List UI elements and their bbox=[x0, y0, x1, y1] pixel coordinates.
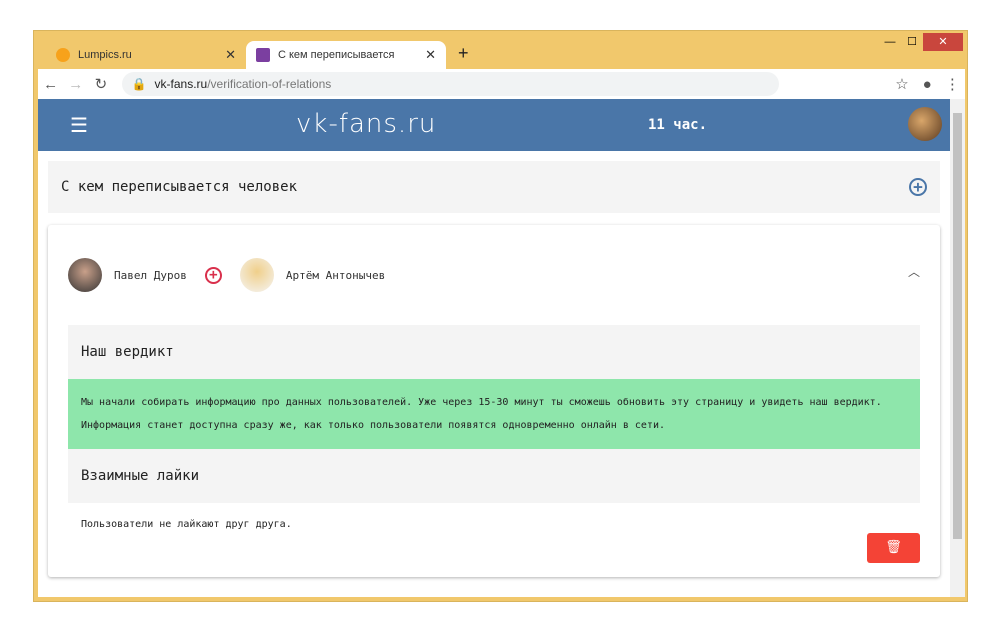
forward-icon[interactable]: → bbox=[63, 76, 88, 93]
url-path: /verification-of-relations bbox=[207, 77, 332, 91]
site-header: ☰ vk-fans.ru 11 час. bbox=[38, 99, 950, 151]
add-circle-icon[interactable]: + bbox=[909, 178, 927, 196]
tab-lumpics[interactable]: Lumpics.ru ✕ bbox=[46, 41, 246, 69]
likes-title: Взаимные лайки bbox=[68, 449, 920, 503]
maximize-button[interactable]: ☐ bbox=[901, 33, 923, 51]
verdict-line: Мы начали собирать информацию про данных… bbox=[81, 397, 882, 408]
close-tab-icon[interactable]: ✕ bbox=[425, 47, 436, 63]
new-tab-button[interactable]: + bbox=[458, 43, 469, 64]
trash-icon: 🗑 bbox=[885, 540, 902, 555]
user-avatar-2 bbox=[239, 258, 274, 292]
back-icon[interactable]: ← bbox=[38, 76, 63, 93]
verdict-message: Мы начали собирать информацию про данных… bbox=[68, 379, 920, 449]
user-avatar-1 bbox=[68, 258, 102, 292]
close-tab-icon[interactable]: ✕ bbox=[225, 47, 236, 63]
lock-icon: 🔒 bbox=[131, 77, 147, 91]
tab-title: С кем переписывается bbox=[278, 49, 395, 61]
page: ☰ vk-fans.ru 11 час. С кем переписываетс… bbox=[38, 99, 950, 597]
user-name-2: Артём Антонычев bbox=[285, 268, 386, 282]
chevron-up-icon[interactable]: ︿ bbox=[908, 263, 920, 280]
site-logo[interactable]: vk-fans.ru bbox=[296, 109, 436, 139]
likes-text: Пользователи не лайкают друг друга. bbox=[81, 519, 292, 530]
close-window-button[interactable]: ✕ bbox=[923, 33, 963, 51]
time-remaining: 11 час. bbox=[648, 117, 708, 133]
section-title: С кем переписывается человек bbox=[61, 179, 298, 195]
section-header: С кем переписывается человек + bbox=[48, 161, 940, 213]
scrollbar[interactable] bbox=[950, 99, 965, 597]
verdict-line: Информация станет доступна сразу же, как… bbox=[81, 420, 665, 431]
vkfans-favicon-icon bbox=[256, 48, 270, 62]
address-bar[interactable]: 🔒 vk-fans.ru/verification-of-relations bbox=[121, 72, 780, 96]
url-domain: vk-fans.ru bbox=[154, 77, 208, 91]
star-icon[interactable]: ☆ bbox=[889, 75, 914, 93]
tab-active[interactable]: С кем переписывается ✕ bbox=[246, 41, 446, 69]
hamburger-menu-icon[interactable]: ☰ bbox=[70, 113, 88, 137]
delete-button[interactable]: 🗑 bbox=[867, 533, 920, 563]
lumpics-favicon-icon bbox=[56, 48, 70, 62]
result-card: Павел Дуров + Артём Антонычев ︿ Наш верд… bbox=[48, 225, 940, 577]
user-avatar[interactable] bbox=[908, 107, 942, 141]
user-name-1: Павел Дуров bbox=[114, 268, 187, 282]
verdict-title: Наш вердикт bbox=[68, 325, 920, 379]
reload-icon[interactable]: ↻ bbox=[88, 75, 113, 93]
minimize-button[interactable]: — bbox=[879, 33, 901, 51]
tab-title: Lumpics.ru bbox=[78, 49, 132, 61]
plus-circle-icon: + bbox=[204, 266, 222, 284]
browser-window: Lumpics.ru ✕ С кем переписывается ✕ + — ☐ ✕ … bbox=[33, 30, 968, 602]
more-icon[interactable]: ⋮ bbox=[940, 75, 965, 93]
profile-icon[interactable]: ● bbox=[915, 76, 940, 93]
